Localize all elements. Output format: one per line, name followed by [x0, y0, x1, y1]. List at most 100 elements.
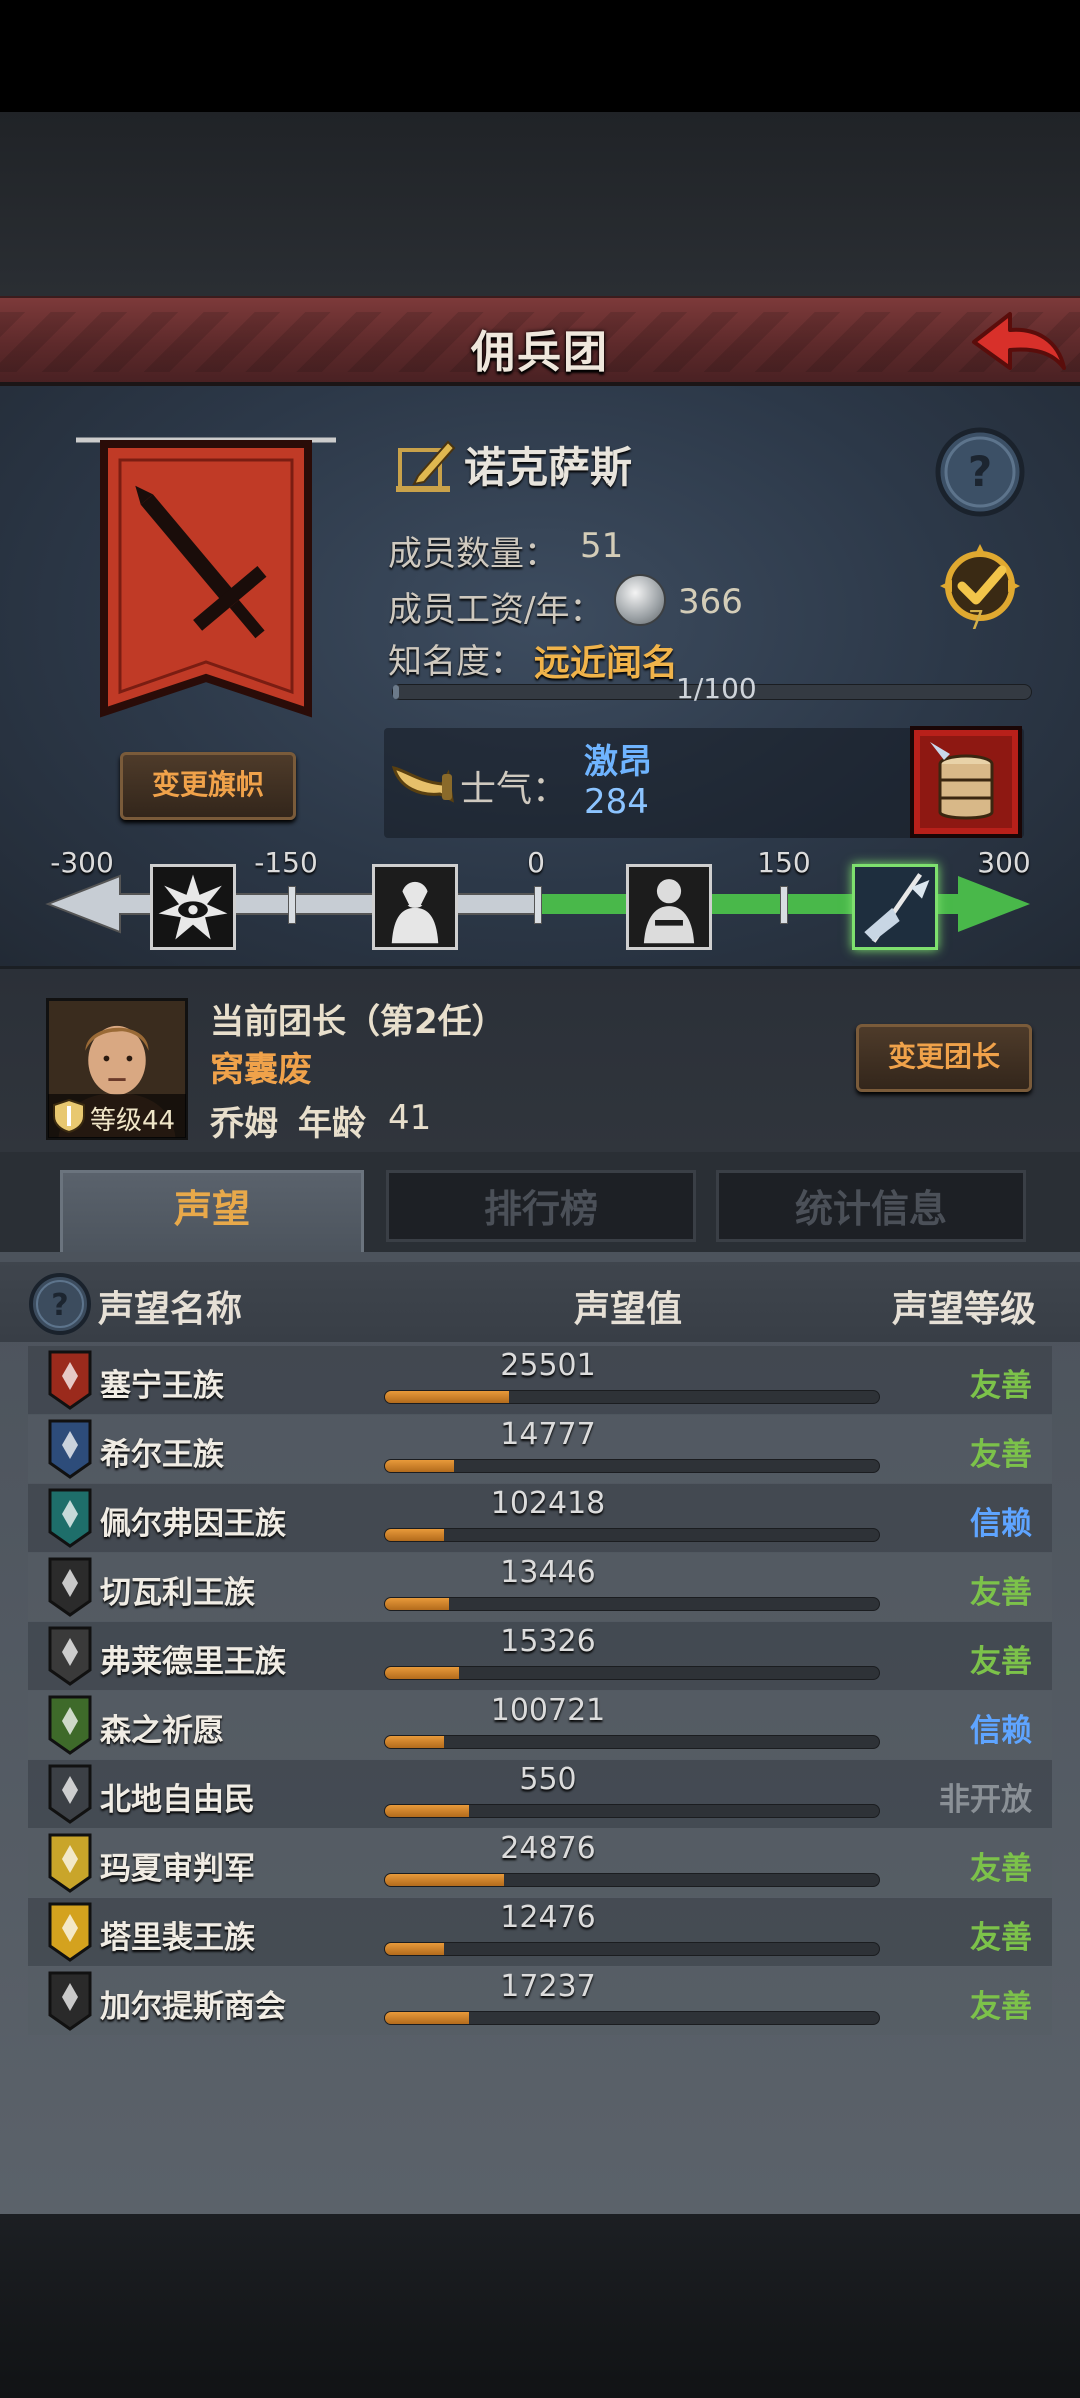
company-name: 诺克萨斯	[464, 443, 633, 492]
horn-icon	[391, 766, 454, 803]
reputation-value: 15326	[500, 1624, 596, 1659]
members-label: 成员数量：	[388, 534, 558, 574]
reputation-bar	[384, 1666, 880, 1680]
reputation-bar	[384, 1804, 880, 1818]
faction-crest-icon	[48, 1350, 92, 1410]
reputation-level: 友善	[970, 1575, 1032, 1611]
change-banner-button[interactable]: 变更旗帜	[120, 752, 296, 820]
scale-tick-label: -300	[50, 846, 114, 879]
members-value: 51	[580, 526, 624, 566]
faction-crest-icon	[48, 1419, 92, 1479]
reputation-bar	[384, 1459, 880, 1473]
faction-name: 加尔提斯商会	[100, 1989, 286, 2025]
fame-progress-fill	[393, 685, 400, 699]
tab-reputation[interactable]: 声望	[60, 1170, 364, 1254]
faction-name: 希尔王族	[100, 1437, 224, 1473]
faction-name: 塞宁王族	[100, 1368, 224, 1404]
reputation-value: 25501	[500, 1348, 596, 1383]
faction-crest-icon	[48, 1488, 92, 1548]
reputation-bar	[384, 1528, 880, 1542]
faction-crest-icon	[48, 1557, 92, 1617]
leader-title: 当前团长（第2任）	[210, 1002, 506, 1042]
reputation-row[interactable]: 切瓦利王族 13446 友善	[28, 1553, 1052, 1621]
reputation-row[interactable]: 弗莱德里王族 15326 友善	[28, 1622, 1052, 1690]
reputation-bar	[384, 1735, 880, 1749]
svg-text:?: ?	[968, 447, 992, 496]
edit-name-icon[interactable]	[396, 436, 458, 494]
help-icon[interactable]: ?	[28, 1272, 92, 1336]
reputation-level: 友善	[970, 1989, 1032, 2025]
faction-crest-icon	[48, 1971, 92, 2031]
reputation-bar-fill	[385, 1805, 469, 1817]
faction-name: 弗莱德里王族	[100, 1644, 286, 1680]
reputation-row[interactable]: 希尔王族 14777 友善	[28, 1415, 1052, 1483]
wage-label: 成员工资/年：	[388, 590, 604, 630]
leader-trait[interactable]: 窝囊废	[210, 1042, 312, 1091]
reputation-value: 550	[519, 1762, 577, 1797]
column-header-level: 声望等级	[892, 1289, 1037, 1330]
fame-progress-text: 1/100	[676, 672, 757, 705]
reputation-bar-fill	[385, 1598, 450, 1610]
reputation-level: 信赖	[970, 1506, 1032, 1542]
faction-crest-icon	[48, 1626, 92, 1686]
reputation-level: 非开放	[939, 1782, 1032, 1818]
scale-tick-label: 300	[977, 846, 1031, 879]
reputation-value: 102418	[490, 1486, 606, 1521]
tab-statistics[interactable]: 统计信息	[716, 1170, 1026, 1242]
scale-tick	[780, 886, 788, 924]
reputation-value: 100721	[490, 1693, 606, 1728]
reputation-bar-fill	[385, 1943, 445, 1955]
shield-icon	[53, 1098, 85, 1134]
reputation-level: 友善	[970, 1368, 1032, 1404]
leader-age: 41	[388, 1098, 432, 1138]
column-header-name: 声望名称	[98, 1289, 243, 1330]
reputation-row[interactable]: 玛夏审判军 24876 友善	[28, 1829, 1052, 1897]
reputation-value: 13446	[500, 1555, 596, 1590]
faction-name: 塔里裴王族	[100, 1920, 255, 1956]
reputation-row[interactable]: 北地自由民 550 非开放	[28, 1760, 1052, 1828]
faction-crest-icon	[48, 1833, 92, 1893]
reputation-row[interactable]: 森之祈愿 100721 信赖	[28, 1691, 1052, 1759]
reputation-value: 24876	[500, 1831, 596, 1866]
reputation-bar	[384, 1873, 880, 1887]
faction-name: 森之祈愿	[100, 1713, 224, 1749]
leader-name: 乔姆	[210, 1104, 278, 1144]
tab-leaderboard[interactable]: 排行榜	[386, 1170, 696, 1242]
status-bar-area	[0, 0, 1080, 112]
reputation-row[interactable]: 塔里裴王族 12476 友善	[28, 1898, 1052, 1966]
morale-steady-icon[interactable]	[626, 864, 712, 950]
faction-name: 玛夏审判军	[100, 1851, 255, 1887]
morale-despair-icon[interactable]	[372, 864, 458, 950]
reputation-level: 友善	[970, 1851, 1032, 1887]
scale-tick	[288, 886, 296, 924]
company-banner-icon[interactable]	[76, 430, 336, 742]
page-title: 佣兵团	[471, 327, 609, 378]
morale-inspired-icon[interactable]	[852, 864, 938, 950]
column-header-value: 声望值	[574, 1289, 683, 1330]
reputation-level: 友善	[970, 1644, 1032, 1680]
bottom-frame	[0, 2214, 1080, 2398]
reputation-value: 14777	[500, 1417, 596, 1452]
reputation-bar-fill	[385, 2012, 469, 2024]
silver-coin-icon	[614, 574, 666, 626]
faction-name: 佩尔弗因王族	[100, 1506, 286, 1542]
morale-panic-icon[interactable]	[150, 864, 236, 950]
leader-age-label: 年龄	[298, 1104, 366, 1144]
faction-name: 北地自由民	[100, 1782, 255, 1818]
reputation-value: 12476	[500, 1900, 596, 1935]
reputation-level: 友善	[970, 1437, 1032, 1473]
faction-crest-icon	[48, 1764, 92, 1824]
reputation-row[interactable]: 佩尔弗因王族 102418 信赖	[28, 1484, 1052, 1552]
change-leader-button[interactable]: 变更团长	[856, 1024, 1032, 1092]
reputation-bar-fill	[385, 1736, 445, 1748]
help-icon[interactable]: ?	[934, 426, 1026, 518]
reputation-bar-fill	[385, 1460, 455, 1472]
morale-label: 士气：	[460, 769, 569, 810]
supply-barrel-icon[interactable]	[910, 726, 1022, 838]
reputation-row[interactable]: 加尔提斯商会 17237 友善	[28, 1967, 1052, 2035]
reputation-row[interactable]: 塞宁王族 25501 友善	[28, 1346, 1052, 1414]
reputation-bar	[384, 1390, 880, 1404]
scale-tick-label: -150	[254, 846, 318, 879]
title-bar: 佣兵团	[0, 296, 1080, 386]
back-arrow-icon[interactable]	[966, 304, 1070, 382]
